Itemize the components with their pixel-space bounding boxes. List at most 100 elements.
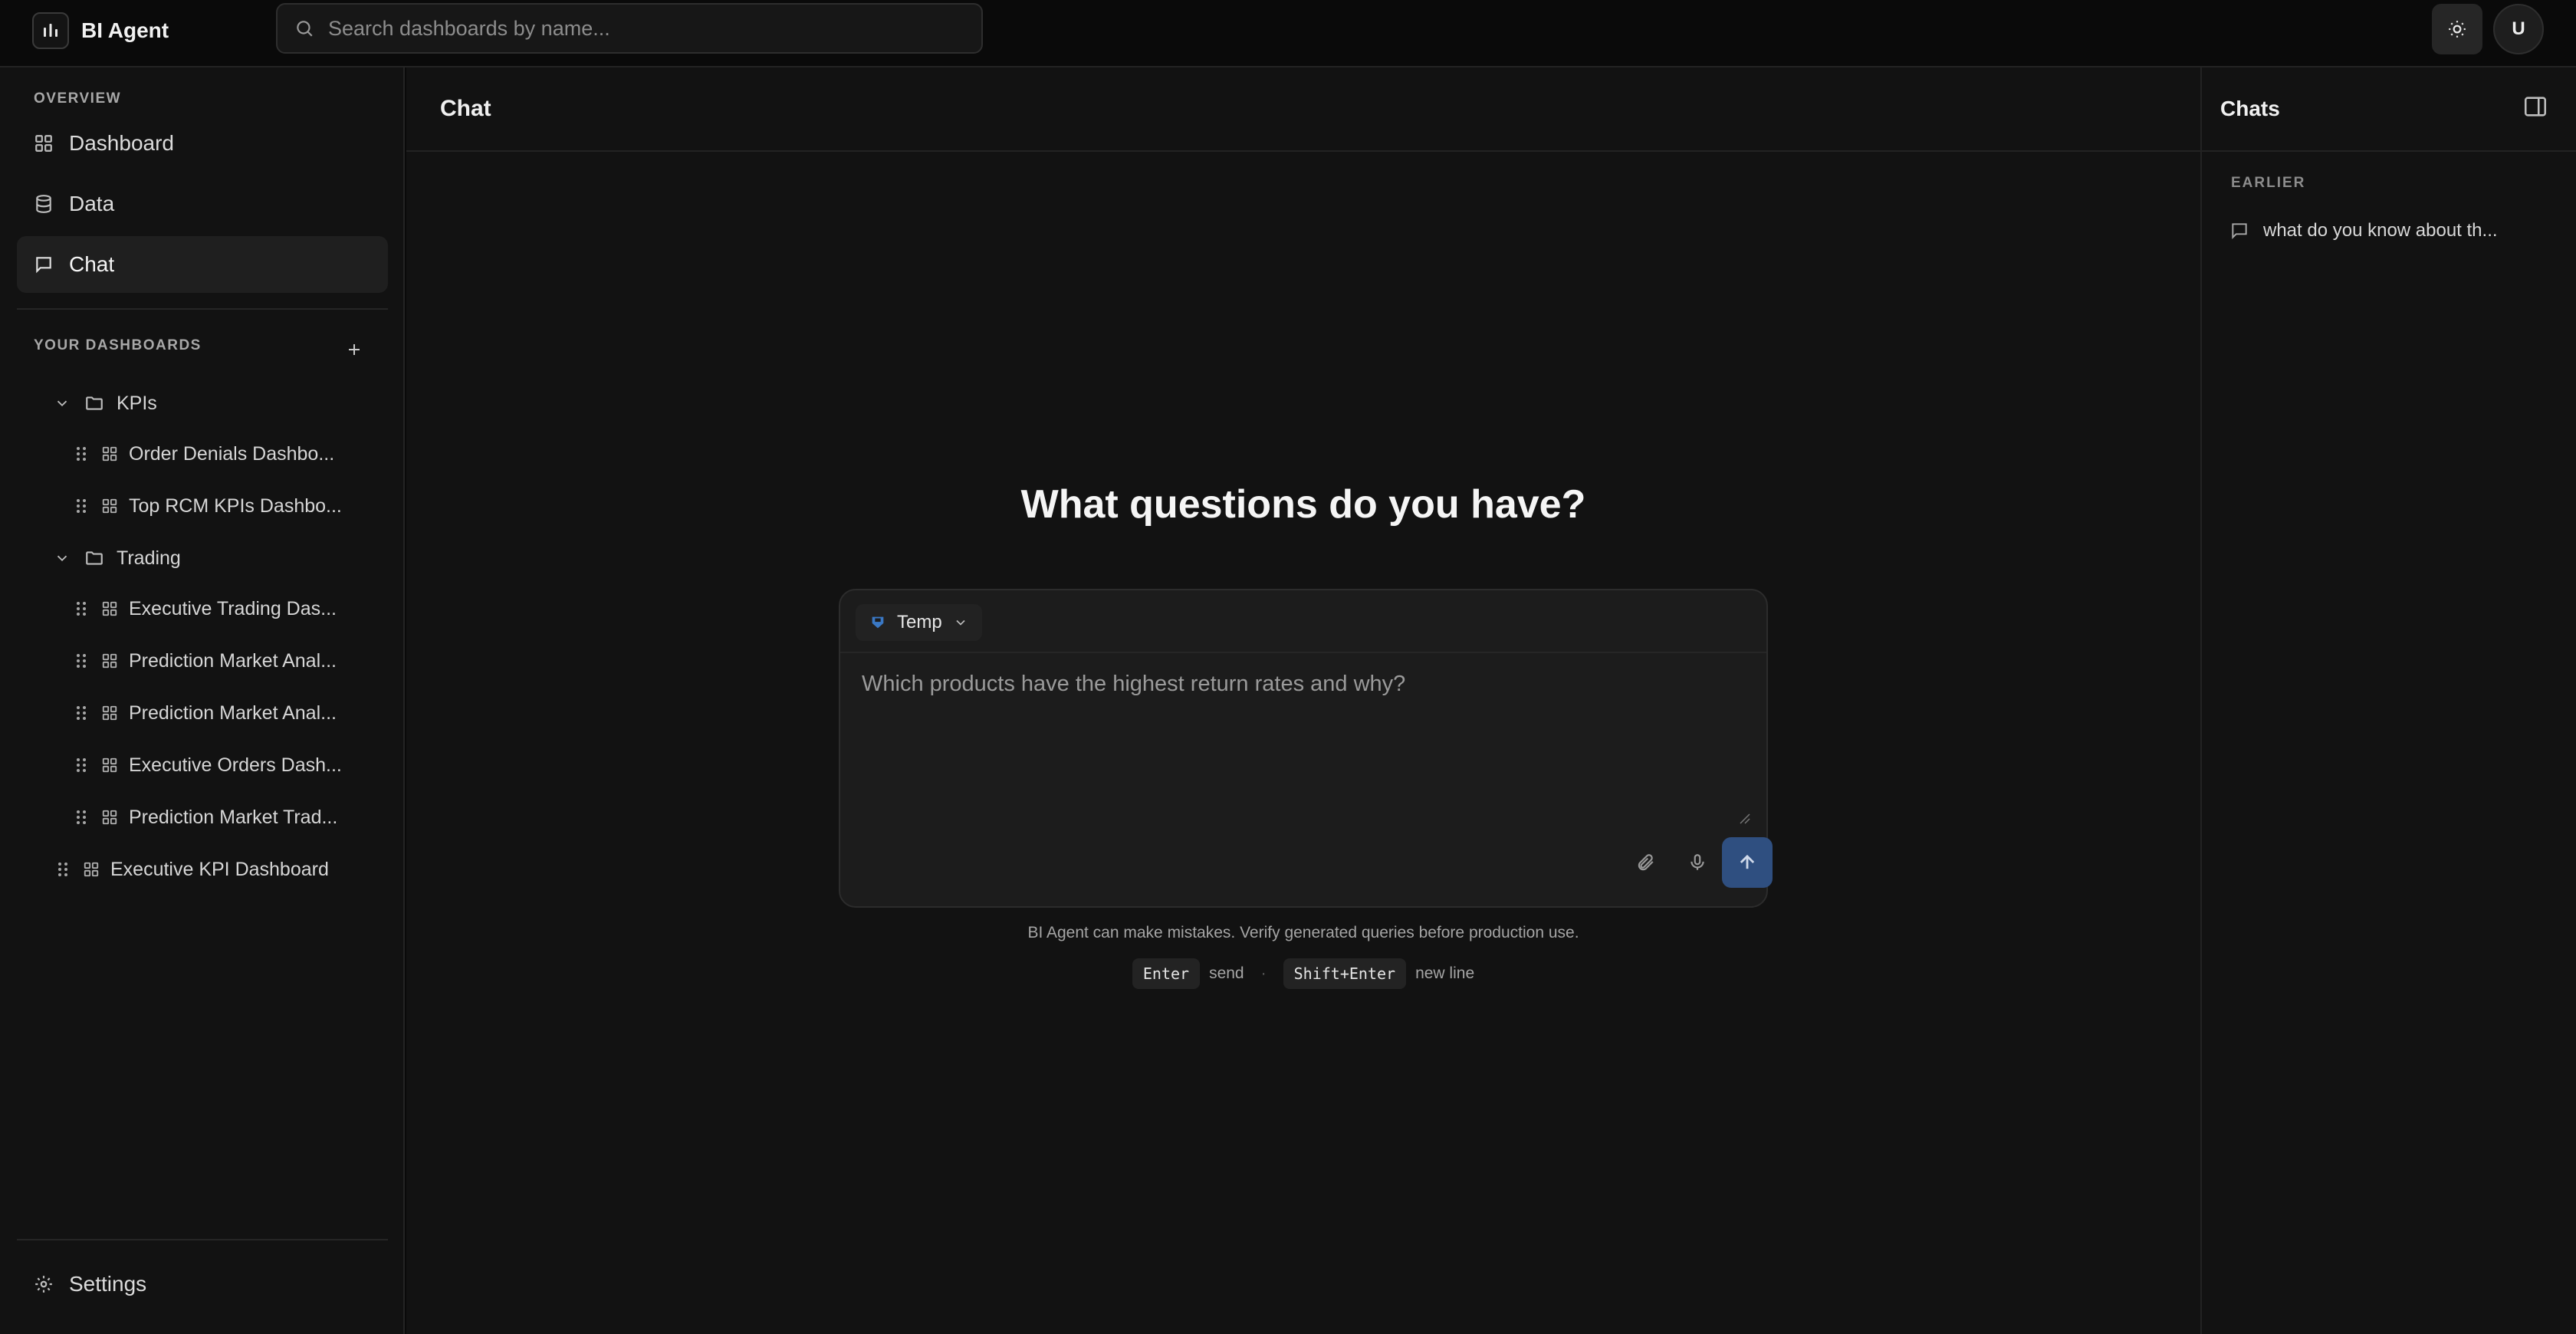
- disclaimer-text: BI Agent can make mistakes. Verify gener…: [1027, 924, 1579, 941]
- folder-kpis[interactable]: KPIs: [54, 380, 157, 426]
- drag-handle-icon[interactable]: [75, 652, 87, 669]
- bar-chart-icon: [32, 12, 69, 49]
- hint-separator: ·: [1260, 964, 1267, 982]
- grid-icon: [101, 757, 118, 774]
- chat-composer: Temp: [839, 589, 1773, 908]
- chat-icon: [2229, 221, 2249, 241]
- drag-handle-icon[interactable]: [75, 600, 87, 617]
- chats-panel-title: Chats: [2202, 67, 2576, 152]
- drag-handle-icon[interactable]: [75, 809, 87, 826]
- database-icon: [869, 614, 886, 631]
- grid-icon: [34, 133, 54, 153]
- sidebar-toggle-icon[interactable]: [2522, 94, 2548, 120]
- nav-label: Dashboard: [69, 131, 174, 155]
- dashboard-item[interactable]: Prediction Market Trad...: [75, 794, 362, 840]
- drag-handle-icon[interactable]: [75, 705, 87, 721]
- nav-label: Data: [69, 192, 115, 215]
- chat-input[interactable]: [862, 672, 1743, 825]
- search-input[interactable]: [328, 16, 957, 41]
- folder-icon: [84, 548, 104, 568]
- settings-button[interactable]: Settings: [17, 1256, 388, 1313]
- app-logo[interactable]: BI Agent: [32, 12, 169, 49]
- dashboard-name: Prediction Market Trad...: [129, 806, 338, 828]
- dashboards-section-label: YOUR DASHBOARDS: [34, 337, 202, 353]
- data-source-selector[interactable]: Temp: [856, 604, 982, 641]
- shift-enter-key: Shift+Enter: [1283, 958, 1407, 989]
- microphone-icon: [1687, 853, 1707, 872]
- send-button[interactable]: [1722, 837, 1773, 888]
- sidebar: OVERVIEW Dashboard Data Chat YOUR DASHBO…: [0, 67, 405, 1334]
- add-dashboard-button[interactable]: [340, 336, 368, 363]
- dashboard-name: Executive Trading Das...: [129, 597, 337, 619]
- dashboard-item[interactable]: Executive Orders Dash...: [75, 742, 362, 788]
- dashboard-name: Top RCM KPIs Dashbo...: [129, 495, 342, 517]
- grid-icon: [101, 600, 118, 617]
- sidebar-divider: [17, 1239, 388, 1240]
- dashboard-name: Executive KPI Dashboard: [110, 858, 329, 880]
- gear-icon: [34, 1274, 54, 1294]
- dashboard-name: Executive Orders Dash...: [129, 754, 342, 776]
- sun-icon: [2447, 19, 2467, 39]
- dashboard-item[interactable]: Executive KPI Dashboard: [57, 846, 363, 892]
- send-hint: send: [1209, 964, 1244, 982]
- paperclip-icon: [1635, 853, 1655, 872]
- grid-icon: [101, 445, 118, 462]
- chevron-down-icon[interactable]: [54, 550, 71, 567]
- nav-label: Chat: [69, 252, 115, 276]
- nav-item-data[interactable]: Data: [17, 176, 388, 232]
- dashboard-name: Prediction Market Anal...: [129, 702, 337, 724]
- user-avatar[interactable]: U: [2493, 4, 2544, 54]
- dashboard-name: Prediction Market Anal...: [129, 649, 337, 672]
- drag-handle-icon[interactable]: [75, 498, 87, 514]
- chevron-down-icon: [953, 615, 968, 630]
- grid-icon: [101, 809, 118, 826]
- drag-handle-icon[interactable]: [75, 757, 87, 774]
- database-icon: [34, 194, 54, 214]
- grid-icon: [101, 705, 118, 721]
- chat-history-title: what do you know about th...: [2263, 220, 2498, 241]
- folder-trading[interactable]: Trading: [54, 535, 181, 581]
- nav-item-dashboard[interactable]: Dashboard: [17, 115, 388, 172]
- drag-handle-icon[interactable]: [75, 445, 87, 462]
- theme-toggle-button[interactable]: [2432, 4, 2482, 54]
- page-title: Chat: [406, 67, 2200, 152]
- dashboard-item[interactable]: Order Denials Dashbo...: [75, 431, 360, 477]
- data-source-label: Temp: [897, 612, 942, 632]
- resize-handle-icon[interactable]: [1739, 813, 1751, 825]
- chats-panel: Chats EARLIER what do you know about th.…: [2200, 67, 2576, 1334]
- main-content: Chat What questions do you have? Temp Wh…: [406, 67, 2200, 1334]
- nav-item-chat[interactable]: Chat: [17, 236, 388, 293]
- arrow-up-icon: [1737, 852, 1758, 873]
- sidebar-divider: [17, 308, 388, 310]
- chats-section-label: EARLIER: [2231, 175, 2306, 191]
- overview-section-label: OVERVIEW: [34, 90, 122, 107]
- app-name: BI Agent: [81, 18, 169, 42]
- dashboard-item[interactable]: Executive Trading Das...: [75, 586, 362, 632]
- dashboard-item[interactable]: Prediction Market Anal...: [75, 690, 362, 736]
- microphone-button[interactable]: [1679, 844, 1716, 881]
- plus-icon: [345, 340, 363, 359]
- dashboard-item[interactable]: Prediction Market Anal...: [75, 638, 362, 684]
- search-bar[interactable]: [276, 3, 983, 54]
- dashboard-item[interactable]: Top RCM KPIs Dashbo...: [75, 483, 360, 529]
- grid-icon: [83, 861, 100, 878]
- hero-heading: What questions do you have?: [1020, 482, 1586, 527]
- folder-name: Trading: [117, 547, 181, 569]
- chevron-down-icon[interactable]: [54, 395, 71, 412]
- keyboard-hints: Enter send · Shift+Enter new line: [406, 958, 2200, 989]
- attach-button[interactable]: [1627, 844, 1664, 881]
- chat-icon: [34, 255, 54, 274]
- drag-handle-icon[interactable]: [57, 861, 69, 878]
- search-icon: [294, 18, 314, 38]
- newline-hint: new line: [1415, 964, 1475, 982]
- enter-key: Enter: [1132, 958, 1201, 989]
- composer-toolbar: Temp: [840, 590, 1766, 653]
- dashboard-name: Order Denials Dashbo...: [129, 442, 335, 465]
- top-bar: BI Agent U: [0, 0, 2576, 67]
- chat-history-item[interactable]: what do you know about th...: [2223, 212, 2561, 250]
- folder-name: KPIs: [117, 392, 157, 414]
- grid-icon: [101, 652, 118, 669]
- folder-icon: [84, 393, 104, 413]
- settings-label: Settings: [69, 1272, 147, 1296]
- grid-icon: [101, 498, 118, 514]
